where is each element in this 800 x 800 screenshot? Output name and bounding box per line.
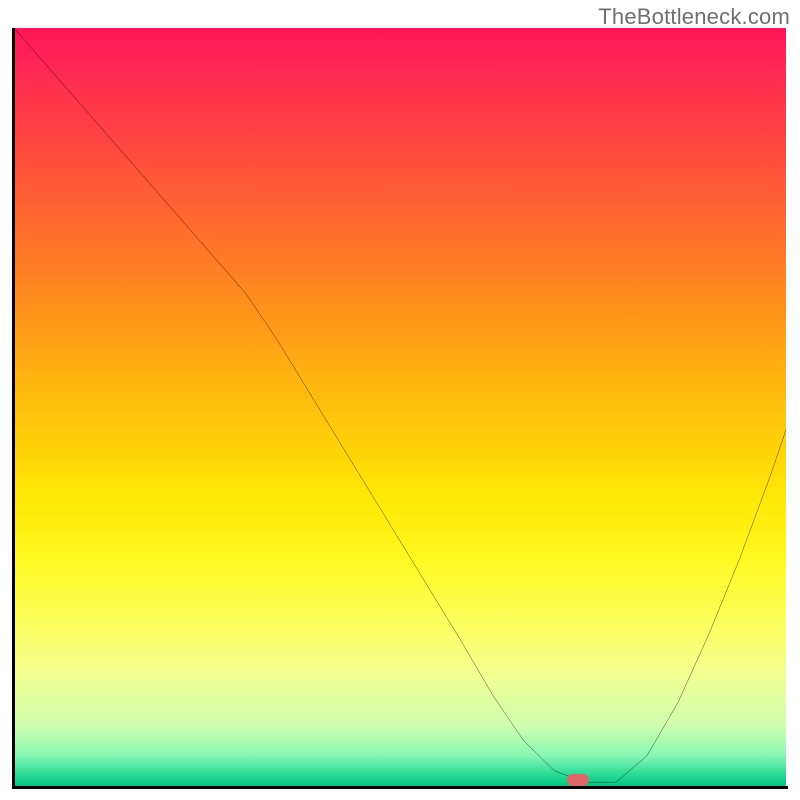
curve-svg-layer bbox=[14, 28, 786, 786]
chart-container: TheBottleneck.com bbox=[0, 0, 800, 800]
bottleneck-curve bbox=[14, 28, 786, 782]
optimal-point-marker bbox=[567, 774, 589, 786]
watermark-text: TheBottleneck.com bbox=[598, 4, 790, 30]
x-axis-line bbox=[12, 786, 788, 789]
y-axis-line bbox=[12, 28, 15, 788]
